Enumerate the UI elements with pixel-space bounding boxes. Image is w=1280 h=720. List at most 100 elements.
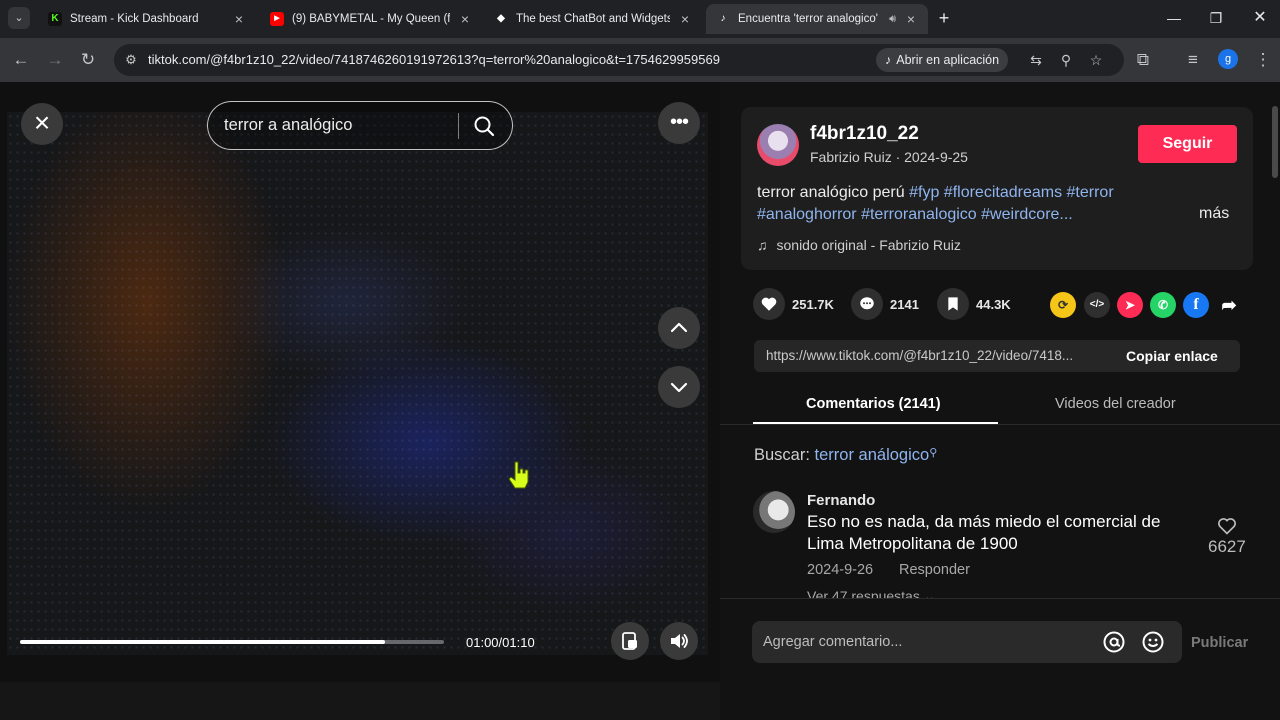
- tab-title: Stream - Kick Dashboard: [70, 13, 199, 25]
- media-control-icon[interactable]: ≡: [1182, 49, 1204, 71]
- follow-button[interactable]: Seguir: [1138, 125, 1237, 163]
- tab-creator-videos[interactable]: Videos del creador: [1055, 396, 1176, 412]
- send-icon[interactable]: ➤: [1117, 292, 1143, 318]
- panel-tabs: Comentarios (2141) Videos del creador: [753, 384, 1260, 426]
- comment-like-count: 6627: [1208, 537, 1246, 556]
- open-in-app-button[interactable]: ♪ Abrir en aplicación: [876, 48, 1009, 72]
- commenter-name[interactable]: Fernando: [807, 492, 875, 509]
- speaker-icon[interactable]: 🔊︎: [889, 13, 896, 26]
- forward-icon[interactable]: →: [44, 49, 66, 71]
- mention-icon[interactable]: [1102, 630, 1126, 654]
- translate-icon[interactable]: ⇆: [1026, 50, 1046, 70]
- search-input[interactable]: terror a analógico: [224, 116, 352, 135]
- details-panel: f4br1z10_22 Fabrizio Ruiz · 2024-9-25 Se…: [720, 82, 1280, 720]
- comment-input[interactable]: Agregar comentario...: [752, 621, 1182, 663]
- search-icon[interactable]: [472, 114, 496, 138]
- address-bar[interactable]: ⚙ tiktok.com/@f4br1z10_22/video/74187462…: [114, 44, 1124, 76]
- comment-text: Eso no es nada, da más miedo el comercia…: [807, 512, 1161, 553]
- tab-comments[interactable]: Comentarios (2141): [806, 396, 941, 412]
- publish-button[interactable]: Publicar: [1191, 635, 1248, 651]
- chevron-down-icon: [670, 382, 688, 393]
- extensions-icon[interactable]: ⧉: [1132, 49, 1154, 71]
- author-username[interactable]: f4br1z10_22: [810, 123, 919, 145]
- volume-icon: [671, 634, 688, 648]
- close-tab-icon[interactable]: ×: [232, 11, 246, 27]
- previous-video-button[interactable]: [658, 307, 700, 349]
- url-text[interactable]: tiktok.com/@f4br1z10_22/video/7418746260…: [148, 52, 720, 67]
- comment-like-icon[interactable]: [1217, 516, 1237, 536]
- chatbot-icon: ◆: [497, 13, 505, 24]
- search-mini-icon: ⚲: [929, 447, 938, 459]
- commenter-avatar[interactable]: [753, 491, 795, 533]
- tab-tiktok[interactable]: ♪ Encuentra 'terror analogico' 🔊︎ ×: [706, 4, 928, 34]
- comment-icon: [851, 288, 883, 320]
- new-tab-button[interactable]: +: [934, 8, 954, 28]
- close-video-button[interactable]: ×: [21, 103, 63, 145]
- video-search-box[interactable]: terror a analógico: [207, 101, 513, 150]
- video-progress-bar[interactable]: [20, 640, 444, 644]
- repost-icon[interactable]: ⟳: [1050, 292, 1076, 318]
- share-link-url[interactable]: https://www.tiktok.com/@f4br1z10_22/vide…: [766, 348, 1110, 363]
- whatsapp-icon[interactable]: ✆: [1150, 292, 1176, 318]
- author-card: f4br1z10_22 Fabrizio Ruiz · 2024-9-25 Se…: [741, 107, 1253, 270]
- tab-youtube[interactable]: ▶ (9) BABYMETAL - My Queen (fe ×: [260, 4, 482, 34]
- hand-cursor-icon: [508, 461, 529, 489]
- video-player: × terror a analógico ••• 01:00/01:10: [0, 82, 720, 682]
- minimize-icon[interactable]: —: [1164, 8, 1184, 28]
- embed-icon[interactable]: </>: [1084, 292, 1110, 318]
- comment-action[interactable]: 2141: [851, 288, 919, 320]
- more-description-button[interactable]: más: [1199, 205, 1229, 223]
- tab-title: (9) BABYMETAL - My Queen (fe: [292, 13, 450, 25]
- close-window-icon[interactable]: ✕: [1250, 8, 1270, 28]
- author-avatar[interactable]: [757, 124, 799, 166]
- close-tab-icon[interactable]: ×: [904, 11, 918, 27]
- hashtag-link[interactable]: #terroranalogico: [861, 206, 977, 223]
- divider: [720, 424, 1280, 425]
- zoom-icon[interactable]: ⚲: [1056, 50, 1076, 70]
- bookmark-star-icon[interactable]: ☆: [1086, 50, 1106, 70]
- hashtag-link[interactable]: #florecitadreams: [944, 184, 1062, 201]
- floating-player-button[interactable]: [611, 622, 649, 660]
- video-frame[interactable]: [7, 112, 708, 655]
- page-scrollbar[interactable]: [1272, 106, 1278, 178]
- emoji-icon[interactable]: [1141, 630, 1165, 654]
- chrome-menu-icon[interactable]: ⋮: [1252, 49, 1274, 71]
- search-suggestion[interactable]: Buscar: terror análogico⚲: [754, 446, 937, 465]
- hashtag-link[interactable]: #analoghorror: [757, 206, 857, 223]
- player-bottom-strip: [0, 682, 720, 720]
- tab-search-button[interactable]: ⌄: [8, 7, 30, 29]
- tab-kick[interactable]: K Stream - Kick Dashboard ×: [38, 4, 256, 34]
- video-description: terror analógico perú #fyp #florecitadre…: [757, 182, 1177, 226]
- site-info-icon[interactable]: ⚙: [122, 51, 140, 69]
- hashtag-link[interactable]: #fyp: [909, 184, 939, 201]
- volume-button[interactable]: [660, 622, 698, 660]
- comment-date: 2024-9-26: [807, 562, 874, 578]
- close-tab-icon[interactable]: ×: [678, 11, 692, 27]
- hashtag-link[interactable]: #weirdcore...: [981, 206, 1073, 223]
- sound-link[interactable]: ♫ sonido original - Fabrizio Ruiz: [757, 237, 961, 253]
- like-action[interactable]: 251.7K: [753, 288, 834, 320]
- close-tab-icon[interactable]: ×: [458, 11, 472, 27]
- profile-avatar[interactable]: g: [1218, 49, 1238, 69]
- more-options-button[interactable]: •••: [658, 102, 700, 144]
- search-divider: [458, 113, 459, 139]
- time-display: 01:00/01:10: [466, 635, 535, 650]
- save-action[interactable]: 44.3K: [937, 288, 1011, 320]
- tiktok-icon: ♪: [720, 13, 726, 24]
- heart-icon: [753, 288, 785, 320]
- copy-link-button[interactable]: Copiar enlace: [1126, 348, 1218, 364]
- open-in-app-label: Abrir en aplicación: [896, 53, 1000, 67]
- share-arrow-icon[interactable]: ➦: [1216, 292, 1242, 318]
- hashtag-link[interactable]: #terror: [1067, 184, 1114, 201]
- maximize-icon[interactable]: ❐: [1206, 8, 1226, 28]
- next-video-button[interactable]: [658, 366, 700, 408]
- tiktok-page: × terror a analógico ••• 01:00/01:10 f4b…: [0, 82, 1280, 720]
- reply-button[interactable]: Responder: [899, 562, 970, 578]
- comment-placeholder: Agregar comentario...: [763, 634, 903, 650]
- tab-chatbot[interactable]: ◆ The best ChatBot and Widgets f ×: [484, 4, 702, 34]
- action-bar: 251.7K 2141 44.3K ⟳ </> ➤ ✆ f ➦: [753, 288, 1253, 322]
- facebook-icon[interactable]: f: [1183, 292, 1209, 318]
- search-suggestion-query[interactable]: terror análogico: [815, 446, 930, 464]
- reload-icon[interactable]: ↻: [77, 49, 99, 71]
- back-icon[interactable]: ←: [10, 49, 32, 71]
